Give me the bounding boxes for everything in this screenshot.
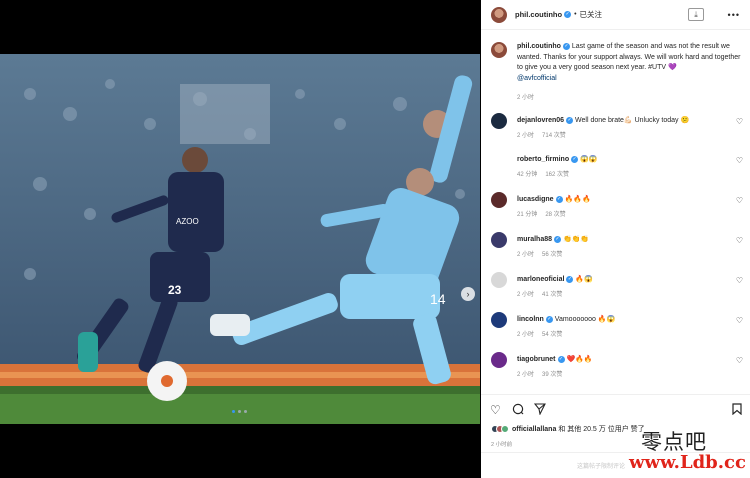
svg-text:23: 23 xyxy=(168,283,182,297)
comment-username[interactable]: tiagobrunet xyxy=(517,356,556,363)
bookmark-icon[interactable] xyxy=(732,403,742,418)
commenter-avatar[interactable] xyxy=(491,152,507,168)
svg-text:14: 14 xyxy=(430,291,446,307)
post-side-panel: phil.coutinho ✓ • 已关注 ⤓ ••• phil.coutinh… xyxy=(481,0,750,478)
comment-item: lincolnn ✓ Vamooooooo 🔥😱 2 小时 54 次赞 ♡ xyxy=(491,312,750,352)
author-avatar[interactable] xyxy=(491,6,507,23)
comment-item: tiagobrunet ✓ ❤️🔥🔥 2 小时 39 次赞 ♡ xyxy=(491,352,750,392)
like-comment-heart-icon[interactable]: ♡ xyxy=(736,356,743,365)
verified-badge-icon: ✓ xyxy=(571,155,579,163)
verified-badge-icon: ✓ xyxy=(554,235,562,243)
verified-badge-icon: ✓ xyxy=(562,42,570,50)
more-options-button[interactable]: ••• xyxy=(728,10,740,20)
commenter-avatar[interactable] xyxy=(491,312,507,328)
comment-likes[interactable]: 28 次赞 xyxy=(545,212,565,218)
comment-likes[interactable]: 39 次赞 xyxy=(542,372,562,378)
verified-badge-icon: ✓ xyxy=(564,11,572,18)
comment-item: dejanlovren06 ✓ Well done brate💪🏻 Unlucky… xyxy=(491,113,750,153)
like-comment-heart-icon[interactable]: ♡ xyxy=(736,276,743,285)
carousel-dot xyxy=(244,410,247,413)
watermark-url: www.Ldb.cc xyxy=(629,452,746,473)
comment-time: 2 小时 xyxy=(517,332,535,338)
comment-username[interactable]: marloneoficial xyxy=(517,276,564,283)
post-actions-bar: ♡ xyxy=(481,394,750,424)
next-slide-button[interactable]: › xyxy=(461,287,475,301)
commenter-avatar[interactable] xyxy=(491,192,507,208)
verified-badge-icon: ✓ xyxy=(557,355,565,363)
verified-badge-icon: ✓ xyxy=(566,275,574,283)
comment-username[interactable]: lincolnn xyxy=(517,316,544,323)
comments-limited-notice: 这篇帖子限制评论 xyxy=(577,464,626,470)
like-heart-icon[interactable]: ♡ xyxy=(490,403,501,417)
caption-mention-link[interactable]: @avfcofficial xyxy=(517,75,557,82)
comment-text: 😱😱 xyxy=(580,156,598,163)
comment-time: 2 小时 xyxy=(517,252,535,258)
commenter-avatar[interactable] xyxy=(491,232,507,248)
comment-likes[interactable]: 56 次赞 xyxy=(542,252,562,258)
comment-likes[interactable]: 714 次赞 xyxy=(542,133,566,139)
carousel-dot-active xyxy=(232,410,235,413)
comment-text: 🔥😱 xyxy=(575,276,593,283)
comment-text: 👏👏👏 xyxy=(562,236,590,243)
commenter-avatar[interactable] xyxy=(491,113,507,129)
download-icon[interactable]: ⤓ xyxy=(688,8,704,21)
verified-badge-icon: ✓ xyxy=(555,195,563,203)
comment-username[interactable]: dejanlovren06 xyxy=(517,117,564,124)
carousel-dots xyxy=(232,410,247,413)
comment-username[interactable]: muralha88 xyxy=(517,236,552,243)
author-username[interactable]: phil.coutinho xyxy=(515,10,562,19)
post-caption: phil.coutinho ✓ Last game of the season a… xyxy=(491,42,741,84)
share-icon[interactable] xyxy=(533,403,546,418)
liker-username[interactable]: officiallallana xyxy=(512,426,556,433)
comment-text: Vamooooooo 🔥😱 xyxy=(554,316,616,323)
comment-text: 🔥🔥🔥 xyxy=(564,196,591,203)
following-button[interactable]: 已关注 xyxy=(580,9,603,20)
like-comment-heart-icon[interactable]: ♡ xyxy=(736,316,743,325)
like-comment-heart-icon[interactable]: ♡ xyxy=(736,236,743,245)
comment-item: muralha88 ✓ 👏👏👏 2 小时 56 次赞 ♡ xyxy=(491,232,750,272)
comment-text: ❤️🔥🔥 xyxy=(566,356,593,363)
svg-text:AZOO: AZOO xyxy=(176,217,199,226)
comment-time: 2 小时 xyxy=(517,292,535,298)
comment-time: 2 小时 xyxy=(517,133,535,139)
commenter-avatar[interactable] xyxy=(491,352,507,368)
likes-summary[interactable]: officiallallana 和 其他 20.5 万 位用户 赞了 xyxy=(491,424,645,434)
comment-likes[interactable]: 162 次赞 xyxy=(545,172,569,178)
caption-time: 2 小时 xyxy=(517,95,535,101)
comment-item: marloneoficial ✓ 🔥😱 2 小时 41 次赞 ♡ xyxy=(491,272,750,312)
comment-text: Well done brate💪🏻 Unlucky today 😕 xyxy=(575,117,690,124)
carousel-dot xyxy=(238,410,241,413)
like-comment-heart-icon[interactable]: ♡ xyxy=(736,196,743,205)
like-comment-heart-icon[interactable]: ♡ xyxy=(736,117,743,126)
comment-username[interactable]: lucasdigne xyxy=(517,196,554,203)
verified-badge-icon: ✓ xyxy=(566,116,574,124)
likes-count-text: 和 其他 20.5 万 位用户 赞了 xyxy=(558,426,645,433)
instagram-post-modal: AZOO 23 14 › phil.coutinho ✓ • 已关注 ⤓ •••… xyxy=(0,0,750,478)
commenter-avatar[interactable] xyxy=(491,272,507,288)
post-photo[interactable]: AZOO 23 14 › xyxy=(0,54,480,424)
post-header: phil.coutinho ✓ • 已关注 ⤓ ••• xyxy=(481,0,750,30)
liker-avatar xyxy=(501,425,509,433)
comment-likes[interactable]: 41 次赞 xyxy=(542,292,562,298)
like-comment-heart-icon[interactable]: ♡ xyxy=(736,156,743,165)
caption-username[interactable]: phil.coutinho xyxy=(517,43,561,50)
comment-item: roberto_firmino ✓ 😱😱 42 分钟 162 次赞 ♡ xyxy=(491,152,750,192)
comment-username[interactable]: roberto_firmino xyxy=(517,156,569,163)
post-time: 2 小时前 xyxy=(491,442,513,448)
comment-time: 2 小时 xyxy=(517,372,535,378)
header-separator: • xyxy=(574,11,577,18)
comment-time: 21 分钟 xyxy=(517,212,538,218)
comment-time: 42 分钟 xyxy=(517,172,538,178)
comment-item: lucasdigne ✓ 🔥🔥🔥 21 分钟 28 次赞 ♡ xyxy=(491,192,750,232)
comment-icon[interactable] xyxy=(512,403,524,418)
verified-badge-icon: ✓ xyxy=(545,315,553,323)
caption-avatar[interactable] xyxy=(491,42,507,58)
comment-likes[interactable]: 54 次赞 xyxy=(542,332,562,338)
